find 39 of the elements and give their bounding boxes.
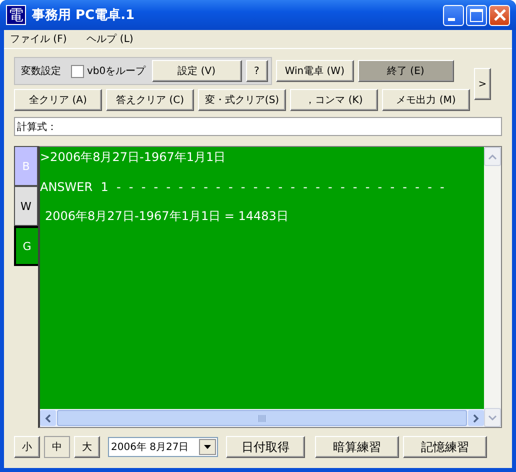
calculator-button[interactable]: Win電卓 (W) xyxy=(276,60,354,82)
expand-button[interactable]: > xyxy=(474,68,491,100)
scroll-thumb[interactable] xyxy=(57,410,467,426)
formula-field[interactable]: 計算式： xyxy=(14,117,502,136)
app-icon: 電 xyxy=(6,5,26,25)
date-picker[interactable]: 2006年 8月27日 xyxy=(108,437,218,457)
toolbar-button[interactable]: 答えクリア (C) xyxy=(106,89,194,111)
horizontal-scrollbar[interactable] xyxy=(40,409,484,427)
maximize-button[interactable] xyxy=(466,4,487,26)
toolbar-button[interactable]: 全クリア (A) xyxy=(14,89,102,111)
answer-header: ANSWER 1 - - - - - - - - - - - - - - - - - - - - - - - - - - - xyxy=(40,180,446,194)
minimize-button[interactable] xyxy=(443,4,464,26)
toolbar-button[interactable]: ，コンマ (K) xyxy=(290,89,378,111)
scroll-right-icon[interactable] xyxy=(468,410,484,426)
variable-label: 変数設定 xyxy=(21,64,61,78)
exit-button[interactable]: 終了 (E) xyxy=(358,60,454,82)
input-line: >2006年8月27日-1967年1月1日 xyxy=(40,149,227,166)
toolbar-button[interactable]: メモ出力 (M) xyxy=(382,89,470,111)
close-icon xyxy=(494,9,506,21)
action-button[interactable]: 日付取得 xyxy=(226,436,305,458)
font-size-button[interactable]: 小 xyxy=(14,436,40,458)
font-size-button[interactable]: 大 xyxy=(74,436,100,458)
menu-item[interactable]: ファイル (F) xyxy=(10,32,67,46)
menu-item[interactable]: ヘルプ (L) xyxy=(86,32,134,46)
settings-button[interactable]: 設定 (V) xyxy=(152,60,242,82)
toolbar-button[interactable]: 変・式クリア(S) xyxy=(198,89,286,111)
window-title: 事務用 PC電卓.1 xyxy=(32,7,136,24)
loop-checkbox[interactable]: vb0をループ xyxy=(71,64,146,78)
side-tab[interactable]: W xyxy=(14,186,38,226)
close-button[interactable] xyxy=(489,4,510,26)
action-button[interactable]: 記憶練習 xyxy=(403,436,487,458)
maximize-icon xyxy=(470,8,483,22)
scroll-left-icon[interactable] xyxy=(40,410,56,426)
minimize-icon xyxy=(448,18,454,21)
result-line: 2006年8月27日-1967年1月1日 = 14483日 xyxy=(44,208,290,225)
font-size-button[interactable]: 中 xyxy=(44,436,70,458)
dropdown-icon[interactable] xyxy=(199,439,216,455)
action-button[interactable]: 暗算練習 xyxy=(315,436,399,458)
help-button[interactable]: ? xyxy=(246,60,268,82)
